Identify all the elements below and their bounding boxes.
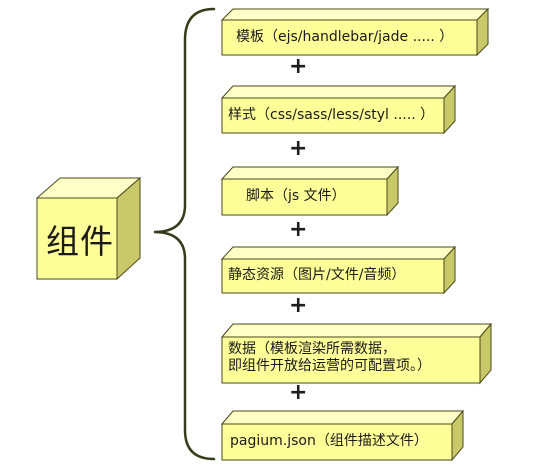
plus-connector-1: +	[289, 54, 308, 79]
box-static-front	[221, 258, 445, 294]
box-static	[220, 245, 457, 295]
box-template-front	[221, 19, 478, 56]
diagram-shapes	[35, 7, 493, 462]
component-cube	[35, 176, 142, 281]
box-static-top	[220, 246, 457, 260]
box-template-top	[220, 8, 490, 21]
box-data-front	[221, 336, 481, 384]
box-pagium-top	[220, 410, 465, 425]
box-script-front	[221, 178, 388, 216]
plus-connector-5: +	[289, 380, 308, 405]
box-script-top	[220, 166, 400, 180]
brace	[153, 7, 216, 461]
box-pagium	[220, 409, 465, 462]
plus-connector-2: +	[289, 136, 308, 161]
component-cube-front	[36, 197, 118, 280]
plus-connector-3: +	[289, 217, 308, 242]
box-data-top	[220, 323, 493, 338]
box-template	[220, 7, 490, 57]
box-script	[220, 165, 400, 217]
plus-connector-4: +	[289, 293, 308, 318]
diagram-canvas: 组件 模板（ejs/handlebar/jade ..... ） 样式（css/…	[0, 0, 551, 466]
box-style-top	[220, 85, 457, 99]
box-style	[220, 84, 457, 135]
box-style-front	[221, 97, 445, 134]
box-data	[220, 322, 493, 385]
box-pagium-front	[221, 423, 453, 461]
